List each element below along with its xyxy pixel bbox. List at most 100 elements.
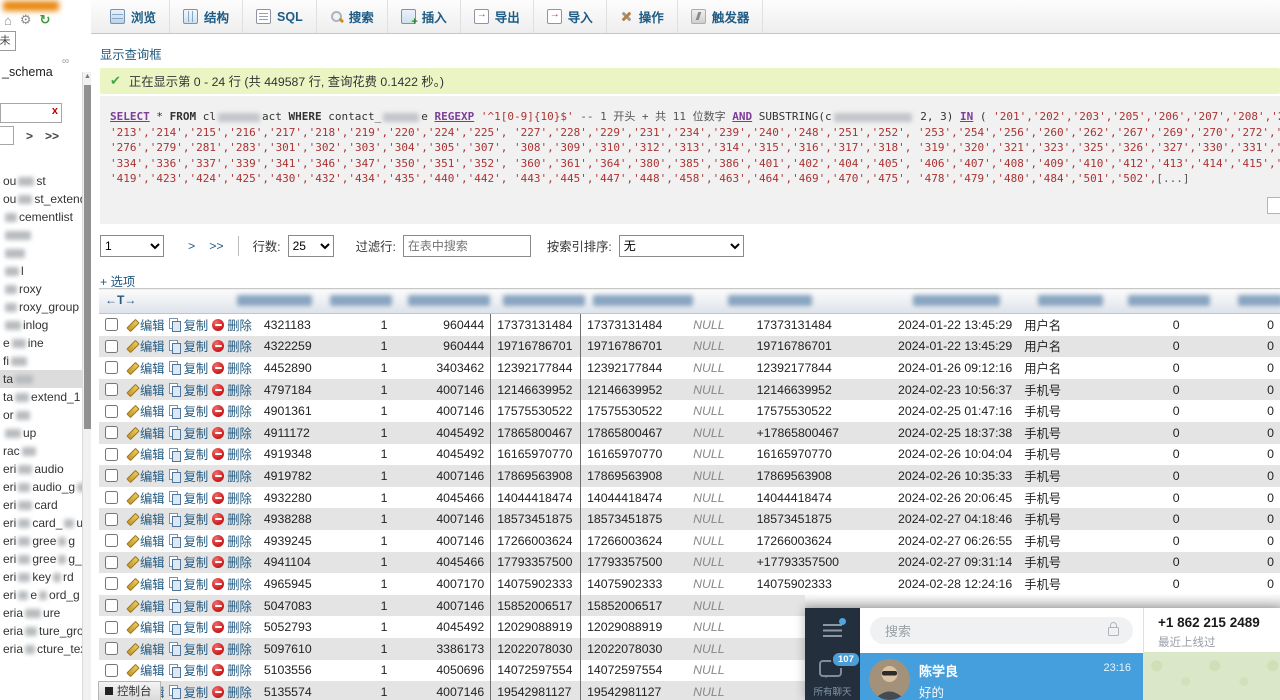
copy-link[interactable]: 复制 [169, 640, 209, 658]
sidebar-table-item[interactable]: taextend_1 [0, 388, 82, 406]
tab-import[interactable]: 导入 [534, 0, 607, 33]
rows-count-select[interactable]: 25 [288, 235, 334, 257]
row-checkbox[interactable] [105, 577, 118, 590]
copy-link[interactable]: 复制 [169, 597, 209, 615]
scroll-up-icon[interactable]: ▲ [83, 73, 91, 80]
copy-link[interactable]: 复制 [169, 489, 209, 507]
sidebar-table-item[interactable]: oust [0, 172, 82, 190]
show-query-box-link[interactable]: 显示查询框 [100, 45, 162, 63]
edit-link[interactable]: 编辑 [126, 402, 165, 420]
column-nav-control[interactable]: ←T→ [105, 293, 136, 307]
row-checkbox[interactable] [105, 383, 118, 396]
row-checkbox[interactable] [105, 469, 118, 482]
row-checkbox[interactable] [105, 426, 118, 439]
del-link[interactable]: 删除 [212, 597, 252, 615]
home-icon[interactable]: ⌂ [4, 13, 12, 28]
conversation-header[interactable]: +1 862 215 2489 最近上线过 [1144, 608, 1280, 653]
sidebar-table-item[interactable]: roxy_group [0, 298, 82, 316]
sidebar-partial-button[interactable]: 未 [0, 31, 16, 51]
last-page-link[interactable]: >> [209, 239, 223, 253]
next-page-link[interactable]: > [188, 239, 195, 253]
sidebar-table-item[interactable]: l [0, 262, 82, 280]
edit-link[interactable]: 编辑 [126, 381, 165, 399]
sidebar-table-item[interactable]: eriacture_tex [0, 640, 82, 658]
tab-search[interactable]: 搜索 [317, 0, 388, 33]
sidebar-page-select[interactable] [0, 126, 14, 145]
del-link[interactable]: 删除 [212, 381, 252, 399]
copy-link[interactable]: 复制 [169, 445, 209, 463]
tab-export[interactable]: 导出 [461, 0, 534, 33]
row-checkbox[interactable] [105, 318, 118, 331]
sidebar-table-item[interactable]: erikeyrd [0, 568, 82, 586]
sidebar-last-page-link[interactable]: >> [45, 129, 59, 143]
row-checkbox[interactable] [105, 513, 118, 526]
sidebar-table-item[interactable]: eriature_gro [0, 622, 82, 640]
search-clear-icon[interactable]: x [52, 105, 58, 117]
del-link[interactable]: 删除 [212, 575, 252, 593]
sidebar-table-item[interactable]: eine [0, 334, 82, 352]
tab-trigger[interactable]: 触发器 [678, 0, 764, 33]
edit-link[interactable]: 编辑 [126, 597, 165, 615]
sort-by-index-select[interactable]: 无 [619, 235, 744, 257]
row-checkbox[interactable] [105, 621, 118, 634]
sidebar-table-item[interactable]: up [0, 424, 82, 442]
sidebar-scrollbar-thumb[interactable] [84, 85, 91, 429]
edit-link[interactable]: 编辑 [126, 445, 165, 463]
row-checkbox[interactable] [105, 340, 118, 353]
tab-ops[interactable]: 操作 [607, 0, 678, 33]
del-link[interactable]: 删除 [212, 618, 252, 636]
page-select[interactable]: 1 [100, 235, 164, 257]
copy-link[interactable]: 复制 [169, 337, 209, 355]
telegram-search-input[interactable]: 搜索 [870, 617, 1133, 644]
del-link[interactable]: 删除 [212, 640, 252, 658]
gear-icon[interactable]: ⚙ [20, 12, 32, 28]
del-link[interactable]: 删除 [212, 661, 252, 679]
copy-link[interactable]: 复制 [169, 316, 209, 334]
sidebar-table-item[interactable]: oust_extend_ [0, 190, 82, 208]
copy-link[interactable]: 复制 [169, 359, 209, 377]
edit-link[interactable]: 编辑 [126, 532, 165, 550]
sidebar-table-item[interactable]: eriaudio [0, 460, 82, 478]
sidebar-table-item[interactable] [0, 226, 82, 244]
del-link[interactable]: 删除 [212, 316, 252, 334]
row-checkbox[interactable] [105, 361, 118, 374]
sidebar-next-page-link[interactable]: > [26, 129, 33, 143]
all-chats-button[interactable]: 107 [819, 656, 845, 676]
sidebar-table-item[interactable]: eriaudio_g [0, 478, 82, 496]
sidebar-table-item[interactable] [0, 244, 82, 262]
sidebar-table-item[interactable]: erigreeg [0, 532, 82, 550]
row-checkbox[interactable] [105, 491, 118, 504]
del-link[interactable]: 删除 [212, 553, 252, 571]
row-checkbox[interactable] [105, 556, 118, 569]
sidebar-table-item[interactable]: erieord_g [0, 586, 82, 604]
del-link[interactable]: 删除 [212, 683, 252, 700]
chat-list-item[interactable]: 陈学良 23:16 好的 [860, 653, 1143, 700]
copy-link[interactable]: 复制 [169, 618, 209, 636]
copy-link[interactable]: 复制 [169, 424, 209, 442]
row-checkbox[interactable] [105, 599, 118, 612]
sidebar-table-item[interactable]: cementlist [0, 208, 82, 226]
sidebar-table-item[interactable]: fi [0, 352, 82, 370]
copy-link[interactable]: 复制 [169, 661, 209, 679]
database-label[interactable]: _schema [2, 65, 53, 79]
sidebar-scrollbar[interactable]: ▲ [82, 72, 91, 700]
row-checkbox[interactable] [105, 534, 118, 547]
console-button[interactable]: 控制台 [98, 681, 161, 700]
edit-link[interactable]: 编辑 [126, 424, 165, 442]
edit-link[interactable]: 编辑 [126, 359, 165, 377]
edit-link[interactable]: 编辑 [126, 489, 165, 507]
edit-link[interactable]: 编辑 [126, 618, 165, 636]
sidebar-table-item[interactable]: or [0, 406, 82, 424]
copy-link[interactable]: 复制 [169, 575, 209, 593]
edit-link[interactable]: 编辑 [126, 553, 165, 571]
refresh-icon[interactable]: ↻ [40, 12, 51, 28]
sidebar-table-item[interactable]: ta [0, 370, 82, 388]
del-link[interactable]: 删除 [212, 445, 252, 463]
sidebar-table-item[interactable]: roxy [0, 280, 82, 298]
sidebar-table-item[interactable]: ericard [0, 496, 82, 514]
del-link[interactable]: 删除 [212, 467, 252, 485]
del-link[interactable]: 删除 [212, 489, 252, 507]
filter-rows-input[interactable] [403, 235, 531, 257]
sidebar-search-input[interactable] [2, 105, 48, 121]
row-checkbox[interactable] [105, 664, 118, 677]
